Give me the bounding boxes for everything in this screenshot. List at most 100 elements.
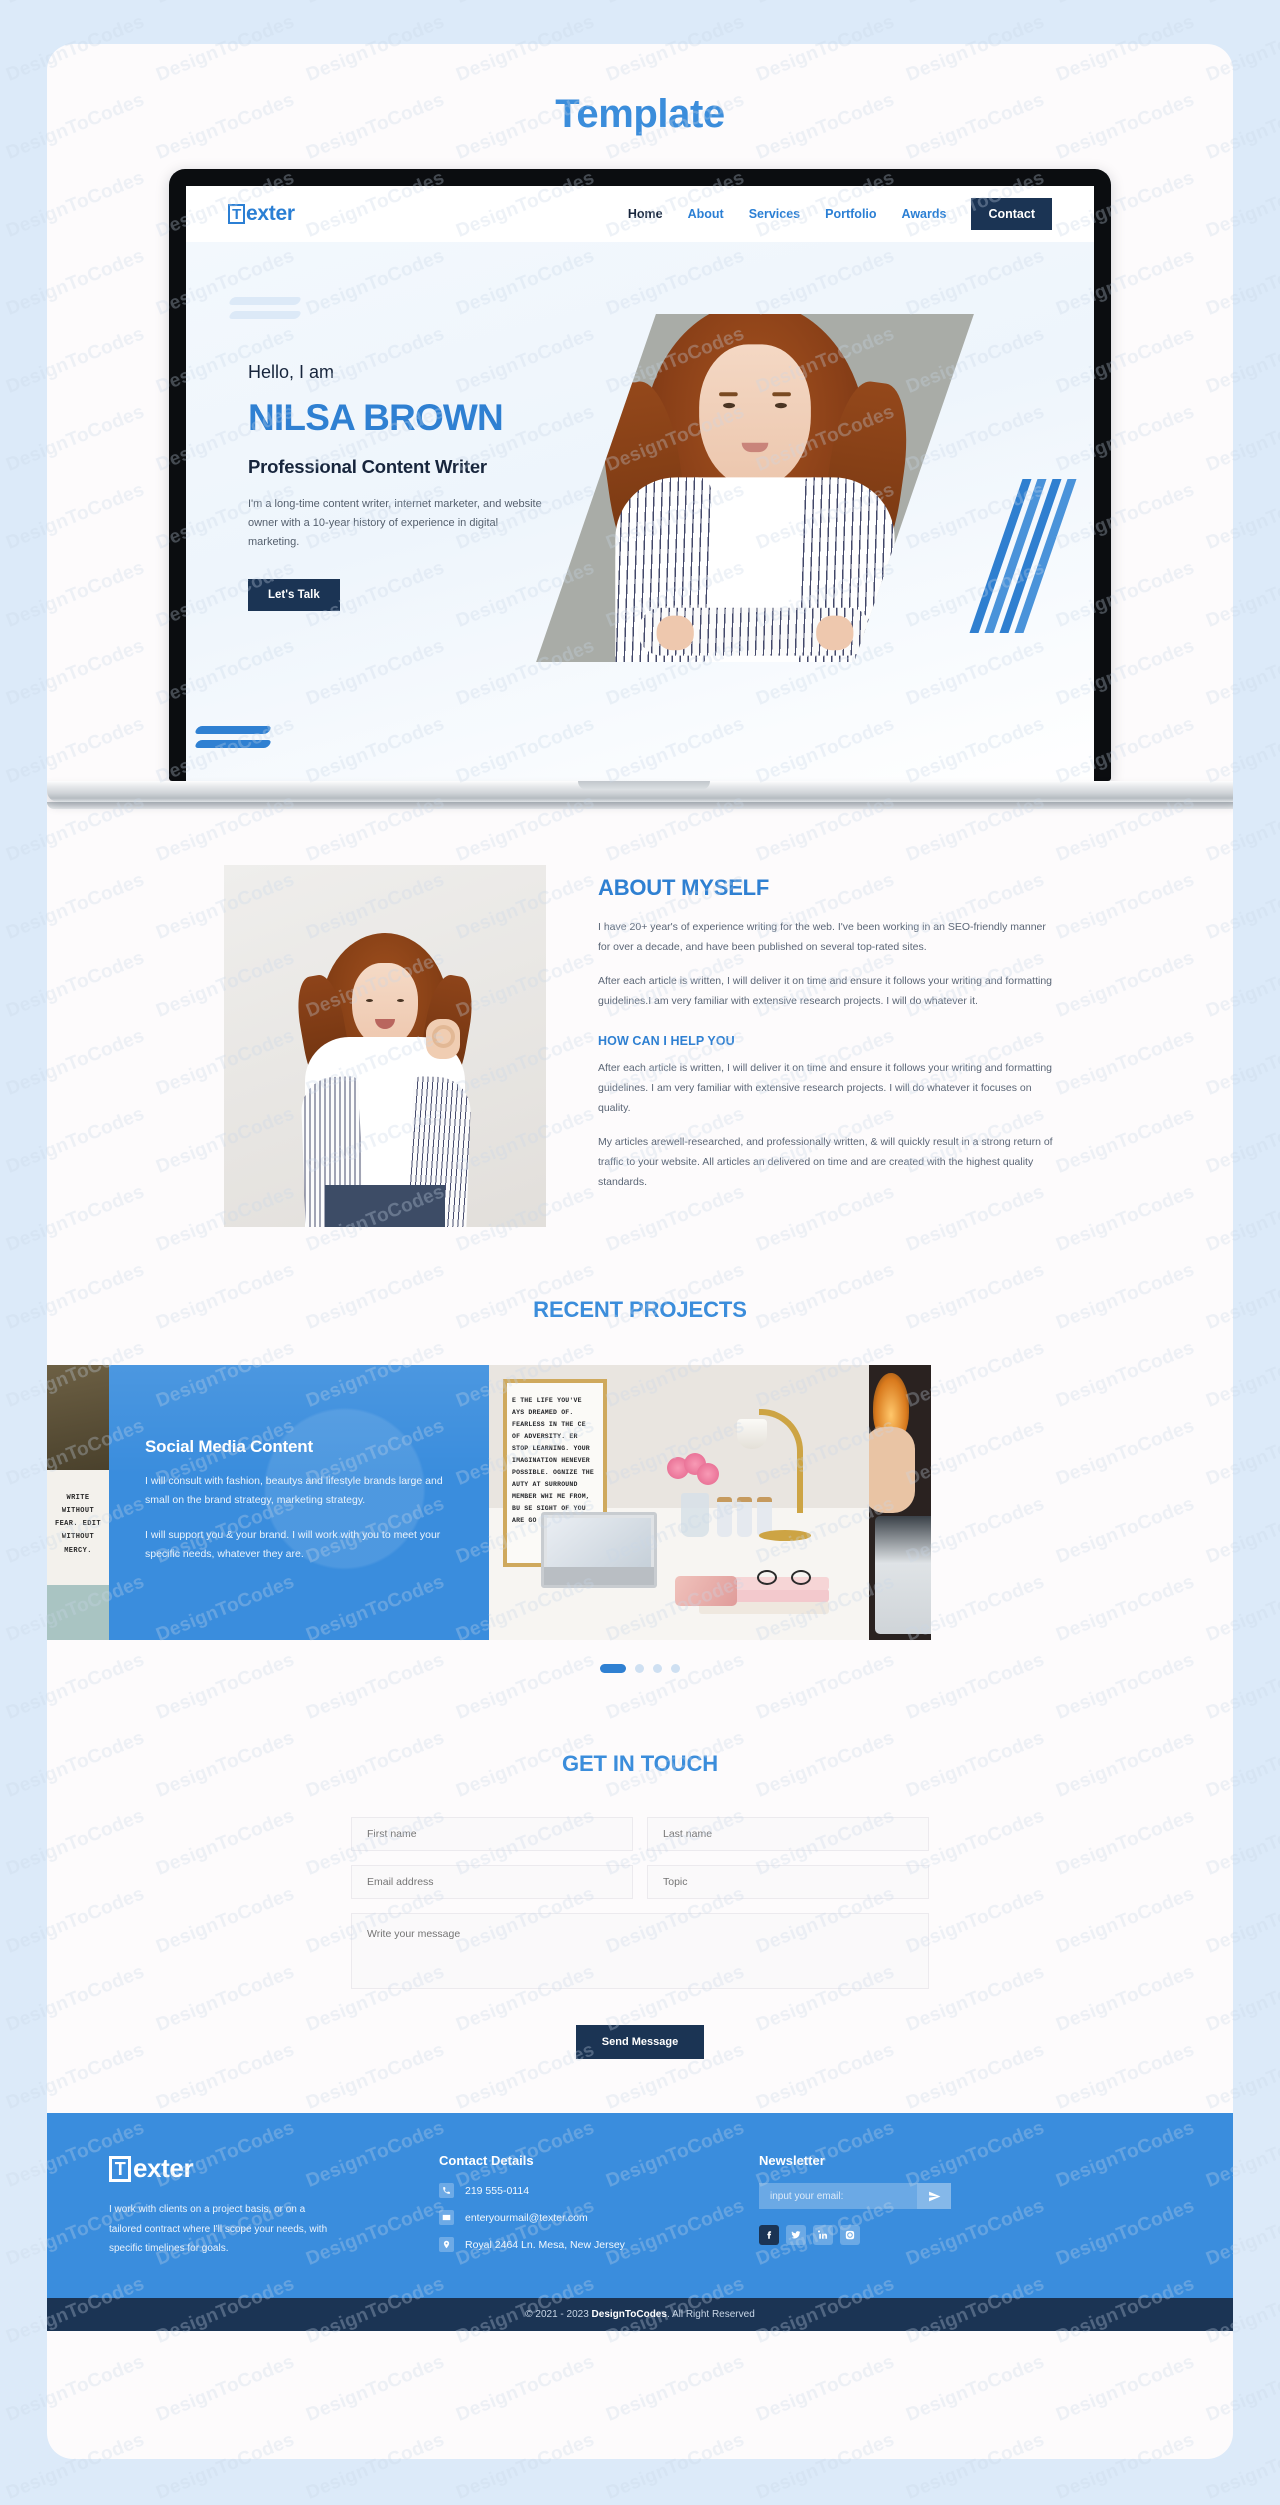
footer-logo-text: exter [133, 2153, 194, 2183]
copyright-bar: © 2021 - 2023 DesignToCodes. All Right R… [47, 2298, 1233, 2331]
logo-t-mark: T [228, 204, 245, 224]
hero-description: I'm a long-time content writer, internet… [248, 497, 542, 549]
footer-address-text: Royal 2464 Ln. Mesa, New Jersey [465, 2238, 625, 2251]
about-subtitle: HOW CAN I HELP YOU [598, 1033, 735, 1048]
email-input[interactable] [351, 1865, 633, 1899]
about-portrait-face [352, 963, 418, 1047]
portrait-hand-right [816, 615, 854, 651]
footer-contact-address[interactable]: Royal 2464 Ln. Mesa, New Jersey [439, 2237, 759, 2252]
site-footer: Texter I work with clients on a project … [47, 2113, 1233, 2298]
project-slide-next[interactable] [869, 1365, 931, 1640]
footer-newsletter-title: Newsletter [759, 2153, 825, 2168]
hero-section: Hello, I am NILSA BROWN Professional Con… [186, 242, 1094, 781]
page-title: Template [555, 92, 725, 136]
newsletter-submit-button[interactable] [917, 2183, 951, 2209]
footer-about-text: I work with clients on a project basis, … [109, 2204, 328, 2254]
contact-section: GET IN TOUCH Send Message [47, 1751, 1233, 2113]
hero-portrait-photo [544, 314, 967, 662]
project-slide-previous[interactable]: WRITE WITHOUT FEAR. EDIT WITHOUT MERCY. [47, 1365, 109, 1640]
instagram-icon[interactable] [840, 2225, 860, 2245]
laptop-mockup: Texter Home About Services Portfolio Awa… [47, 169, 1233, 809]
about-portrait-ok-hand [426, 1019, 460, 1059]
about-paragraph-4: My articles arewell-researched, and prof… [598, 1136, 1053, 1189]
footer-email-text: enteryourmail@texter.com [465, 2211, 588, 2224]
projects-carousel[interactable]: WRITE WITHOUT FEAR. EDIT WITHOUT MERCY. … [47, 1365, 1233, 1640]
carousel-dot-4[interactable] [671, 1664, 680, 1673]
projects-title: RECENT PROJECTS [533, 1297, 747, 1322]
desk-phone [675, 1576, 737, 1606]
twitter-icon[interactable] [786, 2225, 806, 2245]
footer-brand: Texter I work with clients on a project … [109, 2153, 439, 2264]
laptop-screen-bezel: Texter Home About Services Portfolio Awa… [169, 169, 1111, 781]
message-textarea[interactable] [351, 1913, 929, 1989]
desk-glasses [757, 1570, 811, 1586]
site-logo[interactable]: Texter [228, 202, 295, 226]
project-card-featured[interactable]: Social Media Content I will consult with… [109, 1365, 489, 1640]
mail-icon [439, 2210, 454, 2225]
desk-lamp [737, 1401, 811, 1541]
hero-copy: Hello, I am NILSA BROWN Professional Con… [186, 242, 606, 781]
last-name-input[interactable] [647, 1817, 929, 1851]
footer-phone-text: 219 555-0114 [465, 2184, 530, 2197]
nav-item-portfolio[interactable]: Portfolio [825, 207, 876, 221]
location-pin-icon [439, 2237, 454, 2252]
desk-vase [681, 1493, 709, 1537]
desk-laptop-icon [541, 1512, 657, 1588]
page-card: Template Texter Home About Services Port… [47, 44, 1233, 2459]
project-slide-desk-photo[interactable]: E THE LIFE YOU'VE AYS DREAMED OF. FEARLE… [489, 1365, 869, 1640]
topic-input[interactable] [647, 1865, 929, 1899]
laptop-foot [47, 802, 1233, 809]
project-card-paragraph-2: I will support you & your brand. I will … [145, 1528, 441, 1561]
footer-contact-phone[interactable]: 219 555-0114 [439, 2183, 759, 2198]
carousel-dots[interactable] [47, 1664, 1233, 1673]
lets-talk-button[interactable]: Let's Talk [248, 578, 340, 611]
portrait-hand-left [656, 615, 694, 651]
about-title: ABOUT MYSELF [598, 875, 770, 900]
copyright-brand: DesignToCodes [591, 2309, 667, 2320]
project-card-title: Social Media Content [145, 1437, 313, 1456]
linkedin-icon[interactable] [813, 2225, 833, 2245]
footer-newsletter: Newsletter [759, 2153, 1171, 2264]
hero-visual [536, 242, 1094, 781]
carousel-dot-2[interactable] [635, 1664, 644, 1673]
nav-links: Home About Services Portfolio Awards Con… [628, 198, 1052, 230]
footer-contact-details: Contact Details 219 555-0114 enteryourma… [439, 2153, 759, 2264]
copyright-pre: © 2021 - 2023 [525, 2309, 592, 2320]
copyright-post: . All Right Reserved [666, 2309, 755, 2320]
nav-item-services[interactable]: Services [749, 207, 800, 221]
send-plane-icon [928, 2191, 940, 2201]
about-paragraph-3: After each article is written, I will de… [598, 1061, 1053, 1114]
about-portrait-jeans [325, 1185, 445, 1227]
laptop-base [47, 781, 1233, 802]
nav-item-about[interactable]: About [688, 207, 724, 221]
carousel-dot-3[interactable] [653, 1664, 662, 1673]
carousel-dot-1[interactable] [600, 1664, 626, 1673]
newsletter-email-input[interactable] [759, 2183, 917, 2209]
newsletter-form [759, 2183, 951, 2209]
contact-form: Send Message [351, 1817, 929, 2059]
about-paragraph-2: After each article is written, I will de… [598, 975, 1053, 1008]
nav-item-home[interactable]: Home [628, 207, 663, 221]
decor-diagonal-stripes [969, 479, 1077, 633]
desk-flowers [667, 1453, 719, 1499]
footer-logo-t-mark: T [109, 2155, 131, 2182]
site-navbar: Texter Home About Services Portfolio Awa… [186, 186, 1094, 242]
portrait-face [699, 344, 811, 488]
about-paragraph-1: I have 20+ year's of experience writing … [598, 921, 1046, 954]
website-viewport: Texter Home About Services Portfolio Awa… [186, 186, 1094, 781]
nav-item-awards[interactable]: Awards [902, 207, 947, 221]
footer-contact-title: Contact Details [439, 2153, 534, 2168]
logo-text: exter [246, 202, 295, 225]
contact-button[interactable]: Contact [971, 198, 1052, 230]
facebook-icon[interactable] [759, 2225, 779, 2245]
first-name-input[interactable] [351, 1817, 633, 1851]
hero-role: Professional Content Writer [248, 455, 487, 477]
send-message-button[interactable]: Send Message [575, 2025, 705, 2059]
footer-contact-email[interactable]: enteryourmail@texter.com [439, 2210, 759, 2225]
phone-icon [439, 2183, 454, 2198]
project-card-paragraph-1: I will consult with fashion, beautys and… [145, 1475, 443, 1507]
hero-name: NILSA BROWN [248, 397, 504, 438]
projects-section: RECENT PROJECTS WRITE WITHOUT FEAR. EDIT… [47, 1297, 1233, 1673]
about-photo [224, 865, 546, 1227]
footer-logo[interactable]: Texter [109, 2153, 439, 2184]
